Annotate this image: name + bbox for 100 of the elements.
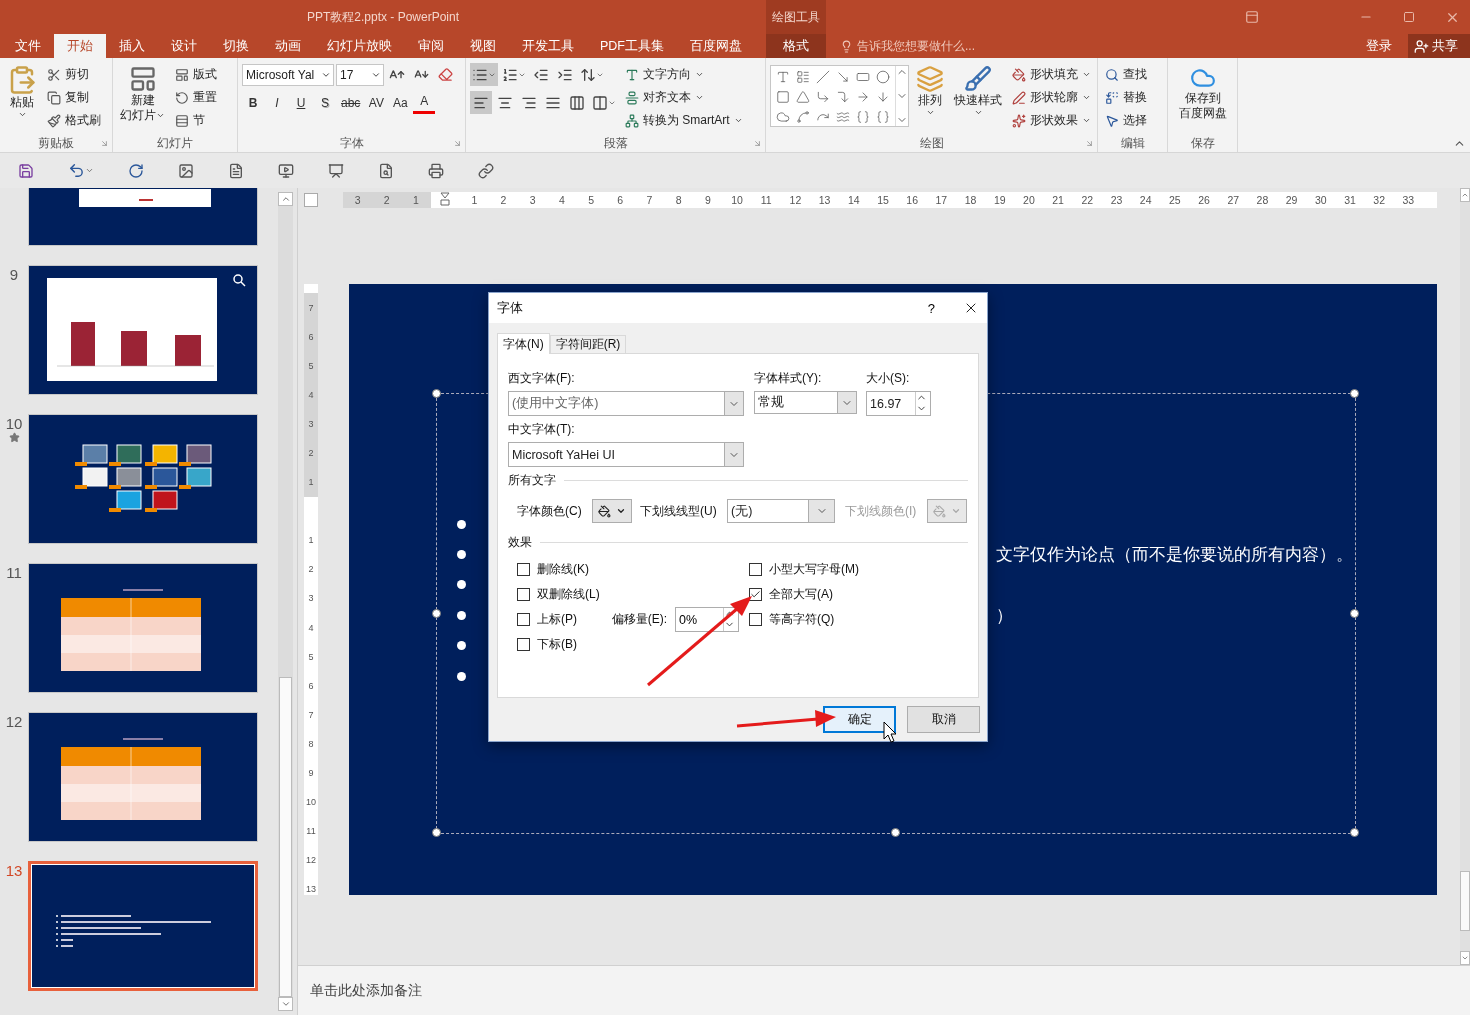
checkbox[interactable]	[517, 638, 530, 651]
scroll-up-button[interactable]	[1460, 188, 1470, 202]
format-button[interactable]: abc	[338, 91, 364, 114]
text-box-icon[interactable]	[776, 70, 790, 84]
clipboard-button[interactable]: 复制	[44, 86, 104, 109]
size-field[interactable]: 16.97	[866, 391, 931, 416]
latin-font-dropdown[interactable]: (使用中文字体)	[508, 391, 744, 416]
slide-thumbnail[interactable]	[28, 563, 258, 693]
scroll-thumb[interactable]	[279, 677, 292, 997]
notes-pane[interactable]: 单击此处添加备注	[298, 965, 1470, 1015]
line-icon[interactable]	[816, 70, 830, 84]
editing-button[interactable]: 替换	[1102, 86, 1150, 109]
paragraph-button[interactable]: 转换为 SmartArt	[622, 109, 746, 132]
resize-handle[interactable]	[1350, 608, 1359, 618]
ribbon-tab[interactable]: 设计	[158, 34, 210, 58]
editing-button[interactable]: 选择	[1102, 109, 1150, 132]
ribbon-display-icon[interactable]	[1245, 10, 1259, 24]
ribbon-tab[interactable]: 开始	[54, 34, 106, 58]
checkbox[interactable]	[517, 588, 530, 601]
curve-icon[interactable]	[796, 110, 810, 124]
format-button[interactable]: I	[266, 91, 288, 114]
ribbon-tab[interactable]: 切换	[210, 34, 262, 58]
preview-icon[interactable]	[378, 162, 394, 179]
printer-icon[interactable]	[428, 162, 444, 179]
ribbon-tab[interactable]: 插入	[106, 34, 158, 58]
tell-me-field[interactable]: 告诉我您想要做什么...	[840, 37, 975, 55]
asian-font-dropdown[interactable]: Microsoft YaHei UI	[508, 442, 744, 467]
share-button[interactable]: 共享	[1408, 34, 1470, 58]
wave-icon[interactable]	[836, 110, 850, 124]
resize-handle[interactable]	[1350, 389, 1359, 398]
format-button[interactable]: AV	[365, 91, 388, 114]
oval-icon[interactable]	[876, 70, 890, 84]
resize-handle[interactable]	[432, 389, 441, 398]
rounded-rectangle-icon[interactable]	[776, 90, 790, 104]
maximize-icon[interactable]	[1403, 11, 1415, 23]
rectangle-icon[interactable]	[856, 70, 870, 84]
slide-button[interactable]: 节	[172, 109, 220, 132]
resize-handle[interactable]	[891, 828, 900, 837]
undo-button[interactable]	[68, 162, 94, 179]
save-icon[interactable]	[18, 162, 34, 179]
format-button[interactable]: S	[314, 91, 336, 114]
scroll-thumb[interactable]	[1460, 871, 1470, 931]
redo-icon[interactable]	[128, 162, 144, 179]
indent-marker-icon[interactable]	[440, 192, 451, 206]
slide-button[interactable]: 版式	[172, 63, 220, 86]
format-button[interactable]: B	[242, 91, 264, 114]
font-name-field[interactable]: Microsoft Yal	[242, 63, 334, 86]
alignment-button[interactable]	[470, 91, 492, 114]
document-icon[interactable]	[228, 162, 244, 179]
ok-button[interactable]: 确定	[823, 706, 896, 733]
format-button[interactable]: Aa	[389, 91, 412, 114]
format-button[interactable]: U	[290, 91, 312, 114]
arrange-button[interactable]: 排列	[913, 63, 947, 134]
ribbon-tab[interactable]: 幻灯片放映	[314, 34, 405, 58]
vertical-text-box-icon[interactable]	[796, 70, 810, 84]
save-to-cloud-button[interactable]: 保存到 百度网盘	[1175, 63, 1230, 134]
checkbox[interactable]	[517, 613, 530, 626]
presentation-icon[interactable]	[328, 162, 344, 179]
brace-icon[interactable]	[876, 110, 890, 124]
checkbox[interactable]	[749, 613, 762, 626]
shape-gallery[interactable]	[770, 65, 909, 127]
paragraph-button[interactable]: 文字方向	[622, 63, 746, 86]
freeform-icon[interactable]	[776, 110, 790, 124]
resize-handle[interactable]	[1350, 828, 1359, 837]
link-icon[interactable]	[478, 162, 494, 179]
slide-thumbnail[interactable]	[28, 712, 258, 842]
ribbon-tab[interactable]: 审阅	[405, 34, 457, 58]
cancel-button[interactable]: 取消	[907, 706, 980, 733]
shape-format-button[interactable]: 形状效果	[1009, 109, 1094, 132]
clipboard-button[interactable]: 剪切	[44, 63, 104, 86]
ribbon-tab[interactable]: 百度网盘	[677, 34, 755, 58]
resize-handle[interactable]	[432, 828, 441, 837]
quick-styles-button[interactable]: 快速样式	[951, 63, 1005, 134]
bullets-button[interactable]	[470, 63, 498, 86]
dialog-tab[interactable]: 字体(N)	[497, 333, 550, 354]
right-arrow-icon[interactable]	[856, 90, 870, 104]
format-button[interactable]: A	[413, 91, 436, 114]
dialog-tab[interactable]: 字符间距(R)	[549, 335, 627, 353]
font-color-button[interactable]	[592, 499, 632, 523]
checkbox[interactable]	[749, 563, 762, 576]
ribbon-tab[interactable]: 格式	[766, 34, 826, 58]
new-slide-button[interactable]: 新建 幻灯片	[117, 63, 168, 134]
shape-format-button[interactable]: 形状轮廓	[1009, 86, 1094, 109]
triangle-icon[interactable]	[796, 90, 810, 104]
ribbon-tab[interactable]: PDF工具集	[587, 34, 677, 58]
checkbox[interactable]	[517, 563, 530, 576]
checkbox[interactable]	[749, 588, 762, 601]
underline-color-button[interactable]	[927, 499, 967, 523]
slide-thumbnail[interactable]	[28, 265, 258, 395]
scrollbar[interactable]	[1460, 188, 1470, 965]
slide-thumbnail[interactable]	[28, 861, 258, 991]
resize-handle[interactable]	[432, 608, 441, 618]
ribbon-tab[interactable]: 视图	[457, 34, 509, 58]
clipboard-button[interactable]: 格式刷	[44, 109, 104, 132]
picture-icon[interactable]	[178, 162, 194, 179]
ribbon-tab[interactable]: 文件	[2, 34, 54, 58]
sign-in-link[interactable]: 登录	[1360, 36, 1398, 56]
paste-button[interactable]: 粘贴	[4, 63, 40, 134]
scroll-down-button[interactable]	[1460, 951, 1470, 965]
scrollbar[interactable]	[278, 192, 293, 1011]
